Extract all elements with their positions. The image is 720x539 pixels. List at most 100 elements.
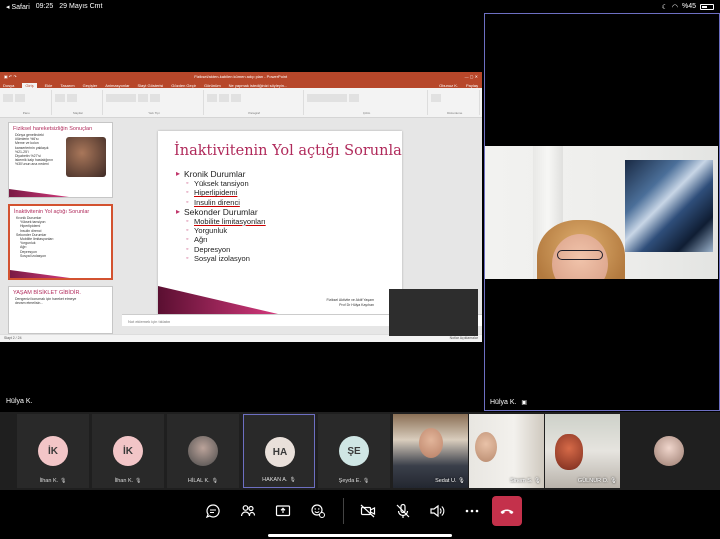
ribbon-group-label: Paragraf [248, 111, 260, 115]
hang-up-icon [500, 509, 514, 514]
slide-title: İnaktivitenin Yol açtığı Sorunlar [174, 143, 402, 159]
share-tray-button[interactable] [268, 496, 298, 526]
video-person-glasses [557, 250, 603, 260]
thumbnail-title: Fiziksel hareketsizliğin Sonuçları [13, 126, 93, 132]
participant-tile[interactable]: İK İlhan K. 🎙 [92, 414, 164, 488]
reactions-icon [311, 504, 325, 518]
arrange-icon[interactable] [348, 94, 359, 102]
align-icon[interactable] [230, 94, 241, 102]
participant-tile-active[interactable]: HA HAKAN A. 🎙 [243, 414, 315, 488]
self-avatar [654, 436, 684, 466]
participant-tile[interactable]: ŞE Şeyda E. 🎙 [318, 414, 390, 488]
presenter-name: Hülya K. [6, 398, 33, 405]
mic-muted-icon: 🎙 [362, 478, 370, 484]
participant-name-text: HAKAN A. [262, 477, 288, 483]
tab-dosya[interactable]: Dosya [3, 83, 14, 88]
numbering-icon[interactable] [218, 94, 229, 102]
tab-gorunum[interactable]: Görünüm [204, 83, 221, 88]
participant-video-tile[interactable]: Sedat U. 🎙 [393, 414, 468, 488]
avatar: ŞE [339, 436, 369, 466]
ppt-titlebar: ▣ ↶ ↷ Fiziksel/akten-kabilen kümen adıp … [0, 72, 482, 80]
mic-muted-icon: 🎙 [60, 478, 67, 484]
new-slide-icon[interactable] [54, 94, 65, 102]
paste-icon[interactable] [3, 94, 13, 102]
more-options-button[interactable] [457, 496, 487, 526]
self-view-overlay [389, 289, 478, 336]
thumbnail-title: İnaktivitenin Yol açtığı Sorunlar [14, 209, 90, 215]
bold-icon[interactable] [138, 94, 149, 102]
participant-video-tile[interactable]: GÜLNUR O. 🎙 [545, 414, 620, 488]
share-button[interactable]: Paylaş [466, 83, 482, 88]
bullet-level2: Insulin direnci [176, 198, 266, 208]
footer-line: Fiziksel Aktivite ve Aktif Yaşam [326, 298, 374, 302]
tab-animasyonlar[interactable]: Animasyonlar [105, 83, 129, 88]
speaker-button[interactable] [422, 496, 452, 526]
tell-me-box[interactable]: Ne yapmak istediğinizi söyleyin... [229, 83, 288, 88]
ppt-ribbon-tabs: Dosya Giriş Ekle Tasarım Geçişler Animas… [0, 80, 482, 88]
mic-toggle-button[interactable] [388, 496, 418, 526]
slide-thumbnail-2[interactable]: İnaktivitenin Yol açtığı Sorunlar Kronik… [8, 204, 113, 280]
tab-gecisler[interactable]: Geçişler [83, 83, 98, 88]
reactions-button[interactable] [303, 496, 333, 526]
chat-icon [205, 504, 220, 519]
more-icon [465, 509, 479, 513]
self-tile[interactable] [624, 414, 714, 488]
ribbon-group-label: Düzenleme [447, 111, 463, 115]
ribbon-group-cizim: Çizim [306, 90, 429, 115]
participant-name: Şeyda E. 🎙 [318, 478, 390, 484]
italic-icon[interactable] [150, 94, 161, 102]
thumbnail-band [10, 270, 70, 278]
speaker-video-tile[interactable]: Hülya K. ▣ [484, 13, 720, 411]
share-screen-icon [275, 505, 291, 517]
speaker-video [485, 146, 718, 279]
avatar-photo [188, 436, 218, 466]
slide-decor-band [158, 286, 278, 314]
avatar: HA [265, 437, 295, 467]
ribbon-group-yazi-tipi: Yazı Tipi [105, 90, 204, 115]
participant-tile[interactable]: İK İlhan K. 🎙 [17, 414, 89, 488]
spellcheck-word: Mobilite limitasyonları [194, 216, 266, 226]
participant-name-text: İlhan K. [39, 478, 59, 484]
participant-video-tile[interactable]: Sinem S. 🎙 [469, 414, 544, 488]
camera-off-icon [360, 504, 376, 518]
thumbnail-title: YAŞAM BİSİKLET GİBİDİR. [13, 290, 81, 296]
layout-icon[interactable] [66, 94, 77, 102]
save-icon: ▣ ↶ ↷ [4, 73, 17, 79]
bullet-level1: Sekonder Durumlar [176, 207, 266, 217]
tab-tasarim[interactable]: Tasarım [60, 83, 74, 88]
current-slide[interactable]: İnaktivitenin Yol açtığı Sorunlar Kronik… [158, 131, 402, 314]
thumbnail-line: Sosyal izolasyon [20, 253, 47, 258]
tab-slayt-gosterisi[interactable]: Slayt Gösterisi [138, 83, 164, 88]
video-painting [625, 160, 713, 252]
mic-muted-icon: 🎙 [135, 478, 142, 484]
find-icon[interactable] [431, 94, 442, 102]
participant-name: HAKAN A. 🎙 [244, 477, 314, 483]
camera-toggle-button[interactable] [353, 496, 383, 526]
shared-screen-label: Hülya K. [6, 398, 32, 405]
screen-share-icon: ▣ [521, 400, 528, 406]
tab-giris[interactable]: Giriş [22, 83, 37, 88]
bullet-level2: Hiperlipidemi [176, 188, 266, 198]
slide-thumbnail-3[interactable]: YAŞAM BİSİKLET GİBİDİR. Dengenizi koruma… [8, 286, 113, 334]
bullets-icon[interactable] [206, 94, 217, 102]
cut-icon[interactable] [15, 94, 25, 102]
ppt-ribbon: Pano Slaytlar Yazı Tipi Paragraf Çizim D… [0, 88, 482, 118]
back-to-safari[interactable]: ◂ Safari [6, 3, 30, 11]
status-view-buttons[interactable]: Notlar Açıklamalar [450, 336, 478, 341]
participant-name: Sedat U. 🎙 [435, 478, 465, 484]
bullet-level2: Sosyal izolasyon [176, 254, 266, 264]
participant-name: HİLAL K. 🎙 [167, 478, 239, 484]
home-indicator[interactable] [268, 534, 452, 537]
font-select[interactable] [106, 94, 137, 102]
leave-call-button[interactable] [492, 496, 522, 526]
status-time: 09:25 [35, 3, 54, 10]
participant-tile[interactable]: HİLAL K. 🎙 [167, 414, 239, 488]
participants-button[interactable] [233, 496, 263, 526]
tab-gozden-gecir[interactable]: Gözden Geçir [171, 83, 196, 88]
chat-button[interactable] [198, 496, 228, 526]
tab-ekle[interactable]: Ekle [45, 83, 53, 88]
speaker-label: Hülya K. ▣ [490, 399, 527, 406]
shapes-gallery[interactable] [306, 94, 347, 102]
participant-name-text: Sinem S. [510, 478, 533, 484]
slide-thumbnail-1[interactable]: Fiziksel hareketsizliğin Sonuçları Dünya… [8, 122, 113, 198]
